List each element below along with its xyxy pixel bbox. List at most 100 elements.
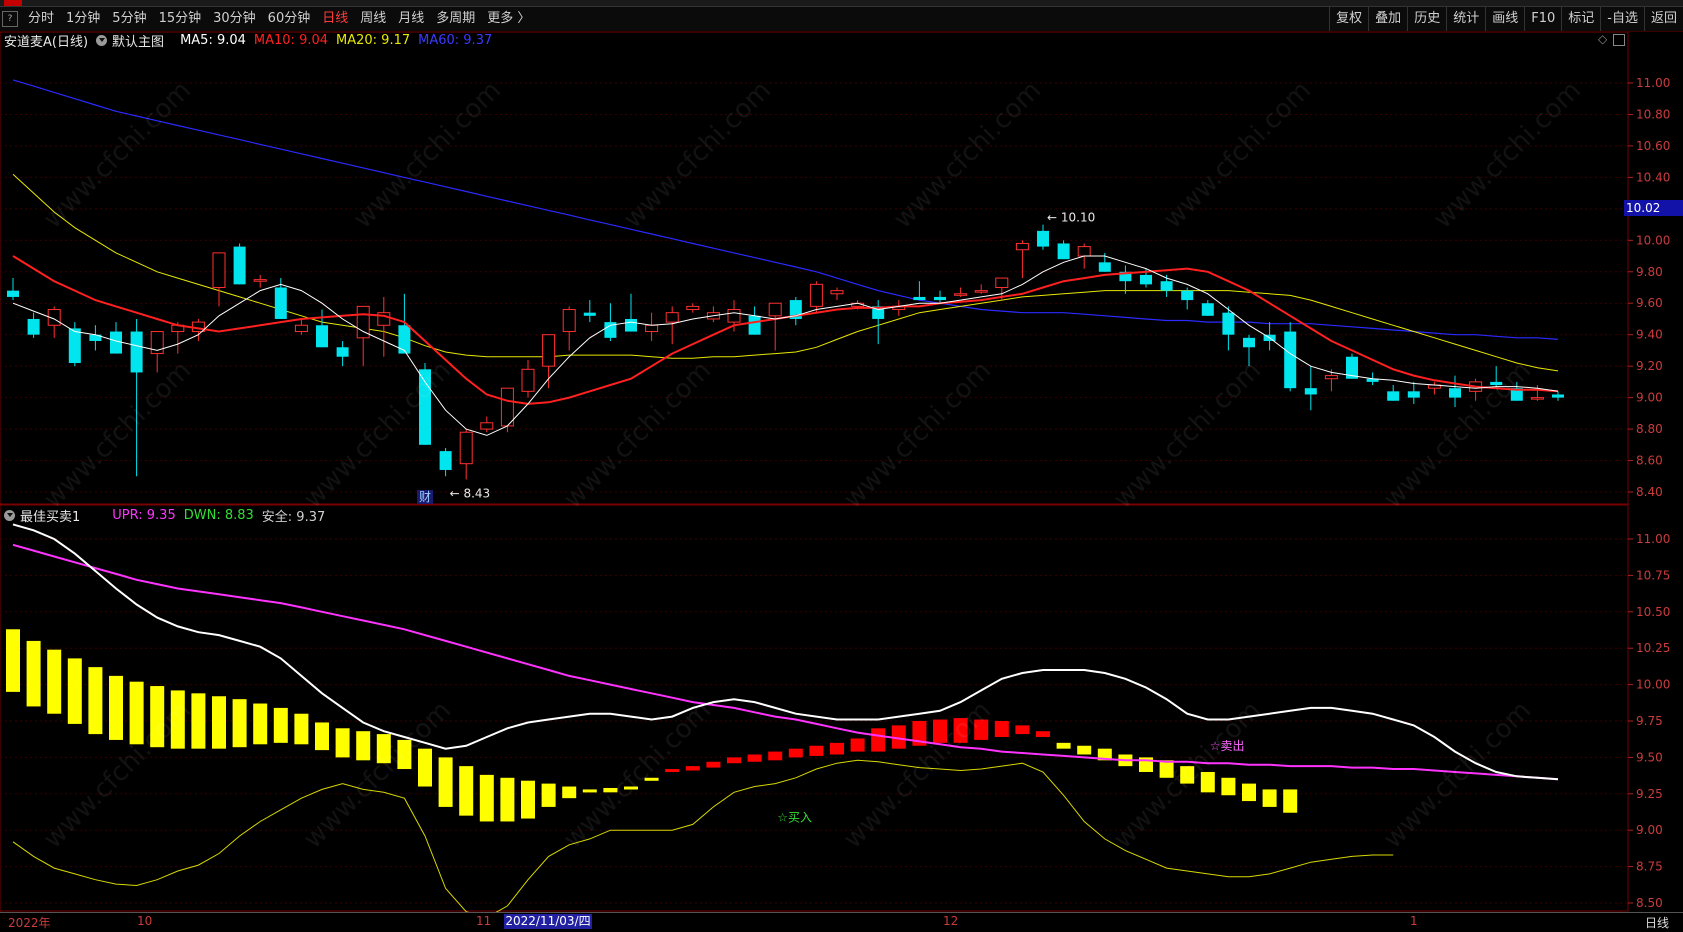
danger-bar (685, 766, 700, 771)
main-y-tick-label: 9.00 (1636, 391, 1663, 405)
candle-down (913, 296, 926, 301)
safe-bar (356, 731, 371, 761)
safe-bar (1221, 777, 1236, 796)
period-tab-2[interactable]: 5分钟 (106, 7, 152, 31)
diamond-icon[interactable]: ◇ (1598, 32, 1607, 46)
tool-button-1[interactable]: 叠加 (1368, 7, 1407, 31)
safe-bar (6, 629, 20, 692)
safe-bar (129, 681, 144, 745)
safe-bar (1159, 760, 1174, 778)
candle-down (1181, 290, 1194, 301)
candle-up (253, 279, 267, 282)
safe-bar (150, 686, 165, 748)
main-y-tick-label: 10.40 (1636, 170, 1670, 184)
safe-bar (335, 728, 350, 758)
sub-indicator-name[interactable]: 最佳买卖1 (20, 506, 80, 525)
candle-up (686, 305, 700, 311)
current-price-tag: 10.02 (1624, 200, 1683, 216)
safe-bar (88, 667, 103, 735)
indicator-selector[interactable]: 默认主图 (96, 31, 172, 50)
candle-up (1324, 375, 1338, 380)
safe-bar (500, 777, 515, 822)
safe-bar (212, 696, 226, 749)
tool-button-7[interactable]: -自选 (1600, 7, 1644, 31)
candle-down (7, 290, 19, 297)
safe-bar (521, 780, 535, 819)
safe-bar (562, 786, 577, 799)
chart-canvas[interactable]: 11.0010.8010.6010.4010.2010.009.809.609.… (0, 32, 1683, 912)
dropdown-icon[interactable] (96, 34, 108, 46)
candle-down (625, 318, 637, 332)
safe-bar (1180, 766, 1195, 784)
danger-bar (727, 757, 741, 764)
sub-dropdown-icon[interactable] (4, 509, 15, 521)
safe-bar (232, 699, 247, 748)
period-tab-4[interactable]: 30分钟 (207, 7, 262, 31)
candle-down (419, 369, 431, 445)
candle-up (480, 422, 494, 430)
upr-value: UPR: 9.35 (112, 507, 176, 523)
period-tab-9[interactable]: 多周期 (430, 7, 481, 31)
period-tab-8[interactable]: 月线 (392, 7, 430, 31)
sub-y-tick-label: 8.75 (1636, 860, 1663, 874)
candle-up (645, 324, 659, 333)
period-tab-3[interactable]: 15分钟 (153, 7, 208, 31)
danger-bar (665, 769, 680, 773)
candle-down (1490, 381, 1503, 386)
date-axis: 2022年 10 11 12 1 2022/11/03/四 日线 (0, 912, 1683, 932)
sub-y-tick-label: 10.50 (1636, 605, 1670, 619)
selected-date: 2022/11/03/四 (504, 914, 592, 929)
period-tab-6[interactable]: 日线 (316, 7, 354, 31)
candle-down (1037, 230, 1049, 247)
sell-signal-label: ☆卖出 (1210, 739, 1245, 753)
candle-up (809, 283, 823, 307)
main-y-tick-label: 10.80 (1636, 107, 1670, 121)
main-y-tick-label: 8.60 (1636, 454, 1663, 468)
candle-down (1243, 337, 1255, 348)
dwn-value: DWN: 8.83 (183, 507, 254, 523)
candle-down (1140, 274, 1152, 285)
candle-down (316, 325, 328, 348)
tool-button-3[interactable]: 统计 (1446, 7, 1485, 31)
tool-button-4[interactable]: 画线 (1485, 7, 1524, 31)
period-tab-0[interactable]: 分时 (22, 7, 60, 31)
main-y-tick-label: 9.60 (1636, 296, 1663, 310)
candle-down (1222, 312, 1235, 335)
danger-bar (1036, 731, 1050, 738)
tool-button-0[interactable]: 复权 (1329, 7, 1368, 31)
danger-bar (747, 754, 762, 762)
period-tab-5[interactable]: 60分钟 (262, 7, 317, 31)
sub-indicator-selector[interactable]: 最佳买卖1 (4, 506, 88, 525)
candle-down (1387, 391, 1400, 401)
indicator-name[interactable]: 默认主图 (112, 31, 164, 50)
main-y-tick-label: 10.00 (1636, 233, 1670, 247)
event-mark: 财 (419, 490, 431, 504)
panel-toggle-icon[interactable] (1613, 34, 1625, 46)
candle-up (562, 309, 576, 333)
candle-down (130, 331, 143, 373)
tool-button-2[interactable]: 历史 (1407, 7, 1446, 31)
candle-down (68, 328, 81, 364)
safe-bar (191, 693, 206, 749)
main-y-tick-label: 11.00 (1636, 76, 1670, 90)
period-tab-7[interactable]: 周线 (354, 7, 392, 31)
candle-down (1057, 243, 1070, 260)
danger-bar (850, 738, 865, 752)
top-strip (0, 0, 1683, 7)
sub-y-tick-label: 8.50 (1636, 896, 1663, 910)
tool-button-6[interactable]: 标记 (1561, 7, 1600, 31)
period-tab-1[interactable]: 1分钟 (60, 7, 106, 31)
ma10-value: MA10: 9.04 (253, 32, 329, 48)
tool-button-8[interactable]: 返回 (1643, 7, 1683, 31)
safe-bar (26, 640, 41, 707)
safe-bar (1077, 745, 1092, 755)
period-label[interactable]: 日线 (1645, 914, 1669, 931)
candle-up (727, 309, 741, 323)
main-y-tick-label: 8.40 (1636, 485, 1663, 499)
layout-toggle-icon[interactable]: ? (2, 11, 18, 27)
tool-button-5[interactable]: F10 (1524, 7, 1561, 31)
sub-y-tick-label: 10.25 (1636, 641, 1670, 655)
candle-down (583, 312, 596, 316)
period-tab-10[interactable]: 更多 〉 (481, 7, 536, 31)
candle-down (274, 287, 287, 319)
